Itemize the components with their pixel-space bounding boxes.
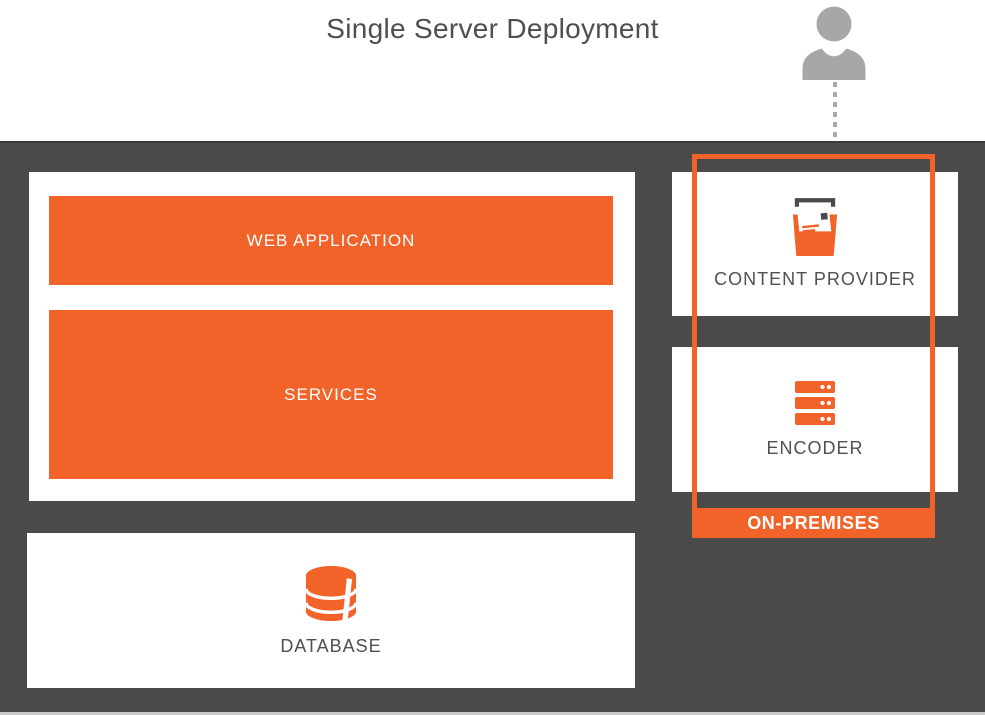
content-provider-label: CONTENT PROVIDER: [714, 269, 916, 290]
database-cylinder-icon: [304, 565, 358, 623]
inbox-envelope-icon: [790, 198, 840, 256]
application-container: WEB APPLICATION SERVICES: [29, 172, 635, 501]
web-application-block: WEB APPLICATION: [49, 196, 613, 285]
services-block: SERVICES: [49, 310, 613, 479]
person-icon: [799, 6, 869, 80]
encoder-label: ENCODER: [766, 438, 863, 459]
server-stack-icon: [795, 381, 835, 425]
web-application-label: WEB APPLICATION: [247, 231, 416, 251]
user-figure: [799, 6, 869, 80]
database-block: DATABASE: [27, 533, 635, 688]
encoder-block: ENCODER: [672, 347, 958, 492]
database-label: DATABASE: [280, 636, 381, 657]
on-premises-banner: ON-PREMISES: [692, 508, 935, 538]
dotted-connector-line: [833, 82, 837, 142]
content-provider-block: CONTENT PROVIDER: [672, 172, 958, 316]
services-label: SERVICES: [284, 385, 378, 405]
deployment-diagram: Single Server Deployment WEB APPLICATION…: [0, 0, 985, 715]
on-premises-label: ON-PREMISES: [747, 513, 880, 534]
